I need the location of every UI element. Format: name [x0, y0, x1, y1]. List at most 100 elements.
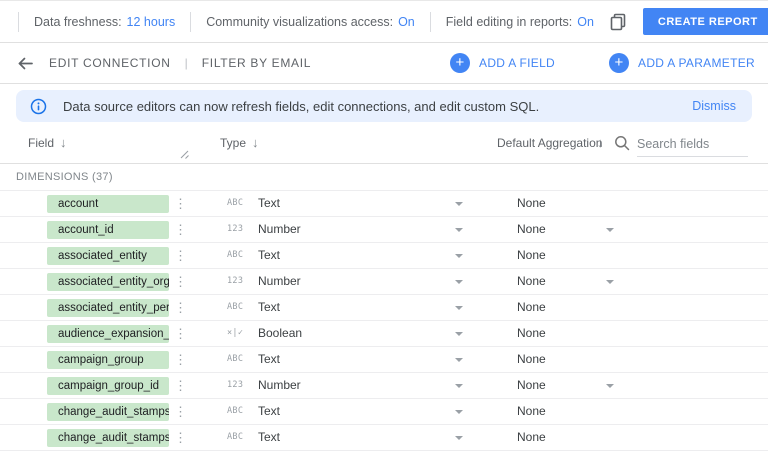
plus-icon: + [609, 53, 629, 73]
aggregation-dropdown-icon[interactable] [606, 280, 614, 284]
field-overflow-menu-icon[interactable]: ⋮ [174, 321, 187, 346]
field-overflow-menu-icon[interactable]: ⋮ [174, 373, 187, 398]
info-banner: Data source editors can now refresh fiel… [16, 90, 752, 122]
field-type-icon: ×|✓ [227, 321, 243, 346]
type-dropdown-icon[interactable] [455, 410, 463, 414]
field-sort-icon[interactable]: ↓ [60, 135, 67, 150]
field-overflow-menu-icon[interactable]: ⋮ [174, 217, 187, 242]
field-editing-status: Field editing in reports: On [446, 15, 594, 29]
edit-connection-link[interactable]: EDIT CONNECTION [49, 56, 171, 70]
top-toolbar: Data freshness: 12 hours Community visua… [0, 0, 768, 43]
community-visualizations-value[interactable]: On [398, 15, 415, 29]
aggregation-value: None [517, 295, 546, 320]
type-dropdown-icon[interactable] [455, 384, 463, 388]
data-freshness-label: Data freshness: [34, 15, 122, 29]
aggregation-value: None [517, 191, 546, 216]
field-type-label[interactable]: Text [258, 243, 280, 268]
field-type-icon: 123 [227, 217, 243, 242]
field-name-chip[interactable]: account_id [47, 221, 169, 239]
add-field-button[interactable]: + ADD A FIELD [450, 53, 555, 73]
table-row[interactable]: change_audit_stamps.las... ⋮ ABC Text No… [0, 425, 768, 451]
table-row[interactable]: account_id ⋮ 123 Number None [0, 217, 768, 243]
table-row[interactable]: campaign_group ⋮ ABC Text None [0, 347, 768, 373]
field-type-label[interactable]: Boolean [258, 321, 302, 346]
field-type-label[interactable]: Text [258, 399, 280, 424]
back-arrow-icon[interactable] [16, 54, 35, 73]
field-name-chip[interactable]: campaign_group_id [47, 377, 169, 395]
type-dropdown-icon[interactable] [455, 358, 463, 362]
field-name: campaign_group_id [58, 380, 159, 392]
table-row[interactable]: audience_expansion_ena... ⋮ ×|✓ Boolean … [0, 321, 768, 347]
field-overflow-menu-icon[interactable]: ⋮ [174, 347, 187, 372]
field-name-chip[interactable]: associated_entity_person... [47, 299, 169, 317]
type-dropdown-icon[interactable] [455, 306, 463, 310]
field-type-icon: ABC [227, 295, 243, 320]
field-name-chip[interactable]: associated_entity_organi... [47, 273, 169, 291]
field-type-icon: 123 [227, 373, 243, 398]
aggregation-value: None [517, 217, 546, 242]
type-dropdown-icon[interactable] [455, 202, 463, 206]
type-dropdown-icon[interactable] [455, 228, 463, 232]
filter-by-email-link[interactable]: FILTER BY EMAIL [202, 56, 311, 70]
field-type-icon: ABC [227, 191, 243, 216]
dismiss-button[interactable]: Dismiss [692, 99, 736, 113]
field-name-chip[interactable]: change_audit_stamps.las... [47, 429, 169, 447]
type-dropdown-icon[interactable] [455, 332, 463, 336]
field-overflow-menu-icon[interactable]: ⋮ [174, 191, 187, 216]
table-row[interactable]: change_audit_stamps.cre... ⋮ ABC Text No… [0, 399, 768, 425]
type-sort-icon[interactable]: ↓ [252, 135, 259, 150]
field-type-label[interactable]: Number [258, 217, 301, 242]
divider [190, 12, 191, 32]
table-row[interactable]: associated_entity_person... ⋮ ABC Text N… [0, 295, 768, 321]
aggregation-value: None [517, 321, 546, 346]
field-name-chip[interactable]: campaign_group [47, 351, 169, 369]
aggregation-value: None [517, 425, 546, 450]
field-name: associated_entity_organi... [58, 276, 169, 288]
field-rows: account ⋮ ABC Text None account_id ⋮ 123… [0, 190, 768, 451]
field-overflow-menu-icon[interactable]: ⋮ [174, 399, 187, 424]
aggregation-sort-icon[interactable]: ↓ [597, 135, 604, 150]
create-report-button[interactable]: CREATE REPORT [643, 8, 768, 35]
field-type-icon: ABC [227, 425, 243, 450]
aggregation-dropdown-icon[interactable] [606, 384, 614, 388]
column-resize-handle[interactable] [177, 147, 190, 160]
field-type-label[interactable]: Text [258, 347, 280, 372]
community-visualizations-label: Community visualizations access: [206, 15, 393, 29]
data-freshness-value[interactable]: 12 hours [127, 15, 176, 29]
add-parameter-label: ADD A PARAMETER [638, 56, 755, 70]
add-parameter-button[interactable]: + ADD A PARAMETER [609, 53, 755, 73]
field-name: change_audit_stamps.cre... [58, 406, 169, 418]
field-editing-value[interactable]: On [577, 15, 594, 29]
field-name-chip[interactable]: audience_expansion_ena... [47, 325, 169, 343]
field-type-label[interactable]: Text [258, 191, 280, 216]
table-row[interactable]: associated_entity ⋮ ABC Text None [0, 243, 768, 269]
field-type-label[interactable]: Number [258, 269, 301, 294]
table-row[interactable]: campaign_group_id ⋮ 123 Number None [0, 373, 768, 399]
aggregation-value: None [517, 373, 546, 398]
field-name: associated_entity [58, 250, 147, 262]
copy-icon[interactable] [609, 12, 628, 31]
add-field-label: ADD A FIELD [479, 56, 555, 70]
aggregation-dropdown-icon[interactable] [606, 228, 614, 232]
field-name-chip[interactable]: account [47, 195, 169, 213]
type-dropdown-icon[interactable] [455, 254, 463, 258]
aggregation-value: None [517, 347, 546, 372]
field-name-chip[interactable]: change_audit_stamps.cre... [47, 403, 169, 421]
table-row[interactable]: associated_entity_organi... ⋮ 123 Number… [0, 269, 768, 295]
field-editing-label: Field editing in reports: [446, 15, 572, 29]
field-overflow-menu-icon[interactable]: ⋮ [174, 295, 187, 320]
search-input[interactable] [637, 131, 748, 157]
field-type-label[interactable]: Text [258, 295, 280, 320]
field-type-label[interactable]: Number [258, 373, 301, 398]
divider [430, 12, 431, 32]
field-overflow-menu-icon[interactable]: ⋮ [174, 425, 187, 450]
field-type-icon: ABC [227, 347, 243, 372]
table-row[interactable]: account ⋮ ABC Text None [0, 191, 768, 217]
field-type-label[interactable]: Text [258, 425, 280, 450]
field-name-chip[interactable]: associated_entity [47, 247, 169, 265]
type-dropdown-icon[interactable] [455, 436, 463, 440]
field-overflow-menu-icon[interactable]: ⋮ [174, 243, 187, 268]
type-dropdown-icon[interactable] [455, 280, 463, 284]
info-icon [30, 98, 47, 115]
field-overflow-menu-icon[interactable]: ⋮ [174, 269, 187, 294]
